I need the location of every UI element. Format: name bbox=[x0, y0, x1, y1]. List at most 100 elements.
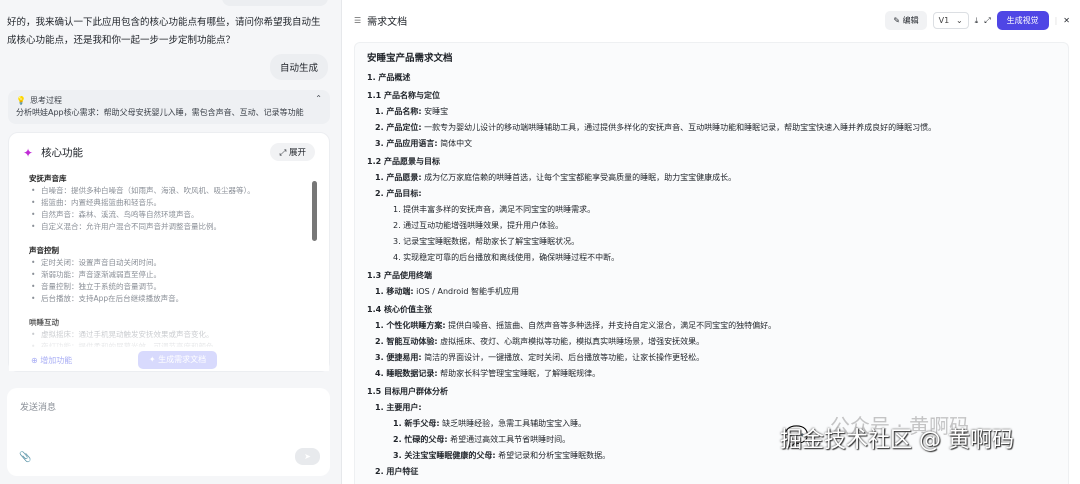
doc-item-text: 提供白噪音、摇篮曲、自然声音等多种选择，并支持自定义混合，满足不同宝宝的独特偏好… bbox=[445, 321, 777, 330]
previous-user-bubble bbox=[222, 0, 328, 6]
doc-item-label: 3. 便捷易用: bbox=[375, 353, 422, 362]
doc-item-label: 4. 睡眠数据记录: bbox=[375, 369, 438, 378]
feature-item: 自定义混合：允许用户混合不同声音并调整音量比例。 bbox=[29, 221, 309, 233]
doc-list-item: 2. 产品目标: bbox=[367, 186, 1056, 202]
doc-item-text: 1. 提供丰富多样的安抚声音，满足不同宝宝的哄睡需求。 bbox=[393, 205, 596, 214]
doc-list-item: 3. 产品应用语言: 简体中文 bbox=[367, 136, 1056, 152]
doc-item-text: 简体中文 bbox=[437, 139, 473, 148]
doc-item-label: 1. 产品名称: bbox=[375, 107, 422, 116]
feature-item: 后台播放：支持App在后台继续播放声音。 bbox=[29, 293, 309, 305]
generate-doc-label: 生成需求文档 bbox=[158, 355, 207, 364]
doc-title: 安睡宝产品需求文档 bbox=[367, 53, 453, 64]
doc-list-item: 3. 记录宝宝睡眠数据，帮助家长了解宝宝睡眠状况。 bbox=[367, 234, 1056, 250]
fullscreen-icon[interactable]: ⤢ bbox=[984, 16, 990, 26]
doc-heading: 1. 产品概述 bbox=[367, 73, 411, 82]
doc-item-label: 1. 新手父母: bbox=[393, 419, 440, 428]
feature-item: 摇篮曲：内置经典摇篮曲和轻音乐。 bbox=[29, 197, 309, 209]
thinking-text: 分析哄娃App核心需求：帮助父母安抚婴儿入睡，需包含声音、互动、记录等功能 bbox=[16, 108, 304, 117]
doc-list-item: 2. 通过互动功能增强哄睡效果，提升用户体验。 bbox=[367, 218, 1056, 234]
core-features-card: ✦ 核心功能 ⤢ 展开 安抚声音库白噪音：提供多种白噪音（如雨声、海浪、吹风机、吸… bbox=[8, 132, 330, 372]
sparkle-icon: ✦ bbox=[23, 145, 34, 160]
doc-list-item: 3. 便捷易用: 简洁的界面设计，一键播放、定时关闭、后台播放等功能，让家长操作… bbox=[367, 350, 1056, 366]
doc-heading: 1.1 产品名称与定位 bbox=[367, 91, 440, 100]
doc-item-text: 安睡宝 bbox=[421, 107, 449, 116]
doc-list-item: 2. 智能互动体验: 虚拟摇床、夜灯、心跳声模拟等功能，模拟真实哄睡场景，增强安… bbox=[367, 334, 1056, 350]
doc-list-item: 1. 提供丰富多样的安抚声音，满足不同宝宝的哄睡需求。 bbox=[367, 202, 1056, 218]
thinking-title: 思考过程 bbox=[29, 96, 62, 105]
user-message: 自动生成 bbox=[269, 54, 328, 80]
list-icon: ☰ bbox=[354, 16, 362, 25]
edit-button[interactable]: ✎ 编辑 bbox=[885, 11, 927, 30]
generate-visual-button[interactable]: 生成视觉 bbox=[996, 11, 1049, 30]
feature-item: 定时关闭：设置声音自动关闭时间。 bbox=[29, 257, 309, 269]
download-icon[interactable]: ⤓ bbox=[975, 16, 979, 26]
expand-label: 展开 bbox=[288, 148, 306, 158]
expand-button[interactable]: ⤢ 展开 bbox=[270, 143, 315, 161]
watermark-line2: 掘金技术社区 @ 黄啊码 bbox=[780, 428, 1014, 453]
doc-item-text: iOS / Android 智能手机应用 bbox=[413, 287, 519, 296]
doc-item-text: 2. 通过互动功能增强哄睡效果，提升用户体验。 bbox=[393, 221, 564, 230]
doc-item-text: 简洁的界面设计，一键播放、定时关闭、后台播放等功能，让家长操作更轻松。 bbox=[421, 353, 705, 362]
doc-list-item: 4. 睡眠数据记录: 帮助家长科学管理宝宝睡眠，了解睡眠规律。 bbox=[367, 366, 1056, 382]
doc-item-label: 3. 关注宝宝睡眠健康的父母: bbox=[393, 451, 496, 460]
doc-list-item: 1. 产品名称: 安睡宝 bbox=[367, 104, 1056, 120]
chat-panel: 好的，我来确认一下此应用包含的核心功能点有哪些，请问你希望我自动生成核心功能点，… bbox=[0, 0, 340, 484]
feature-section-list: 定时关闭：设置声音自动关闭时间。渐弱功能：声音逐渐减弱直至停止。音量控制：独立于… bbox=[29, 257, 309, 305]
feature-section-list: 白噪音：提供多种白噪音（如雨声、海浪、吹风机、吸尘器等）。摇篮曲：内置经典摇篮曲… bbox=[29, 185, 309, 233]
doc-list-item: 1. 移动端: iOS / Android 智能手机应用 bbox=[367, 284, 1056, 300]
edit-label: 编辑 bbox=[902, 16, 919, 25]
version-select[interactable]: V1 ⌄ bbox=[932, 12, 969, 29]
doc-item-label: 2. 产品定位: bbox=[375, 123, 422, 132]
doc-heading: 1.2 产品愿景与目标 bbox=[367, 157, 440, 166]
doc-item-text: 4. 实现稳定可靠的后台播放和离线使用，确保哄睡过程不中断。 bbox=[393, 253, 620, 262]
chevron-down-icon: ⌄ bbox=[955, 16, 963, 25]
feature-item: 音量控制：独立于系统的音量调节。 bbox=[29, 281, 309, 293]
scrollbar-thumb[interactable] bbox=[312, 181, 317, 241]
attachment-icon[interactable]: 📎 bbox=[19, 452, 31, 463]
add-feature-label: 增加功能 bbox=[40, 356, 73, 365]
version-value: V1 bbox=[938, 16, 950, 25]
message-input[interactable]: 发送消息 📎 ➤ bbox=[7, 388, 330, 476]
doc-list-item: 2. 产品定位: 一款专为婴幼儿设计的移动端哄睡辅助工具，通过提供多样化的安抚声… bbox=[367, 120, 1056, 136]
close-icon[interactable]: ✕ bbox=[1063, 16, 1070, 25]
assistant-message: 好的，我来确认一下此应用包含的核心功能点有哪些，请问你希望我自动生成核心功能点，… bbox=[7, 17, 321, 46]
feature-item: 自然声音：森林、溪流、鸟鸣等自然环境声音。 bbox=[29, 209, 309, 221]
lightbulb-icon: 💡 bbox=[16, 96, 26, 105]
divider: | bbox=[1054, 16, 1058, 25]
doc-item-label: 1. 移动端: bbox=[375, 287, 414, 296]
doc-heading: 1.3 产品使用终端 bbox=[367, 271, 432, 280]
doc-item-label: 2. 产品目标: bbox=[375, 189, 422, 198]
doc-list-item: 4. 实现稳定可靠的后台播放和离线使用，确保哄睡过程不中断。 bbox=[367, 250, 1056, 266]
doc-item-text: 缺乏哄睡经验，急需工具辅助宝宝入睡。 bbox=[439, 419, 587, 428]
feature-item: 渐弱功能：声音逐渐减弱直至停止。 bbox=[29, 269, 309, 281]
doc-item-label: 1. 个性化哄睡方案: bbox=[375, 321, 446, 330]
doc-list-item: 1. 个性化哄睡方案: 提供白噪音、摇篮曲、自然声音等多种选择，并支持自定义混合… bbox=[367, 318, 1056, 334]
message-placeholder: 发送消息 bbox=[20, 403, 57, 413]
doc-item-label: 2. 忙碌的父母: bbox=[393, 435, 448, 444]
thinking-panel[interactable]: 💡 思考过程 ⌃ 分析哄娃App核心需求：帮助父母安抚婴儿入睡，需包含声音、互动、… bbox=[8, 90, 330, 124]
doc-heading: 1.4 核心价值主张 bbox=[367, 305, 432, 314]
doc-item-text: 3. 记录宝宝睡眠数据，帮助家长了解宝宝睡眠状况。 bbox=[393, 237, 580, 246]
doc-item-label: 1. 主要用户: bbox=[375, 403, 422, 412]
doc-list-item: 2. 用户特征 bbox=[367, 464, 1056, 480]
card-title: 核心功能 bbox=[41, 147, 84, 159]
doc-item-text: 希望记录和分析宝宝睡眠数据。 bbox=[495, 451, 611, 460]
doc-panel: ☰ 需求文档 ✎ 编辑 V1 ⌄ ⤓ ⤢ 生成视觉 | ✕ 安睡宝产品需求文档 1.… bbox=[341, 0, 1080, 484]
generate-doc-button[interactable]: ✦ 生成需求文档 bbox=[138, 351, 217, 369]
chevron-up-icon[interactable]: ⌃ bbox=[315, 94, 322, 103]
feature-section-title: 安抚声音库 bbox=[29, 174, 67, 183]
doc-item-text: 帮助家长科学管理宝宝睡眠，了解睡眠规律。 bbox=[437, 369, 601, 378]
doc-item-label: 2. 智能互动体验: bbox=[375, 337, 438, 346]
doc-item-label: 3. 产品应用语言: bbox=[375, 139, 438, 148]
doc-list-item: 1. 产品愿景: 成为亿万家庭信赖的哄睡首选，让每个宝宝都能享受高质量的睡眠，助… bbox=[367, 170, 1056, 186]
doc-item-label: 1. 产品愿景: bbox=[375, 173, 422, 182]
doc-item-text: 一款专为婴幼儿设计的移动端哄睡辅助工具，通过提供多样化的安抚声音、互动哄睡功能和… bbox=[421, 123, 937, 132]
doc-panel-title: 需求文档 bbox=[367, 17, 408, 28]
feature-section-title: 声音控制 bbox=[29, 246, 59, 255]
feature-item: 白噪音：提供多种白噪音（如雨声、海浪、吹风机、吸尘器等）。 bbox=[29, 185, 309, 197]
add-feature-button[interactable]: ⊕ 增加功能 bbox=[31, 355, 72, 366]
doc-heading: 1.5 目标用户群体分析 bbox=[367, 387, 448, 396]
doc-item-text: 虚拟摇床、夜灯、心跳声模拟等功能，模拟真实哄睡场景，增强安抚效果。 bbox=[437, 337, 705, 346]
doc-item-text: 希望通过高效工具节省哄睡时间。 bbox=[447, 435, 571, 444]
send-button[interactable]: ➤ bbox=[295, 448, 320, 465]
